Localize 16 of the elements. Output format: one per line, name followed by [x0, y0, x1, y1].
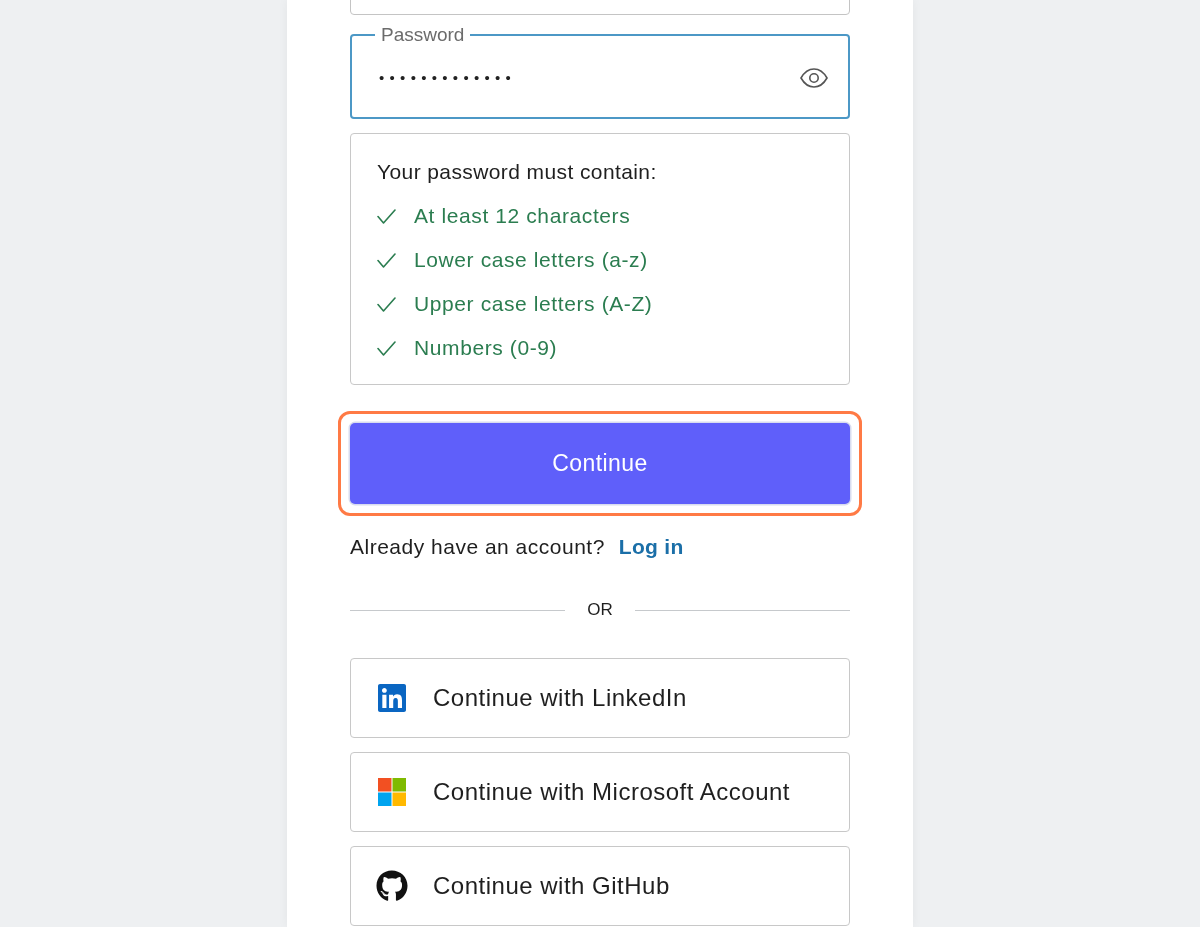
requirement-text: Lower case letters (a-z)	[414, 247, 648, 273]
continue-button[interactable]: Continue	[338, 411, 862, 516]
requirement-text: Upper case letters (A-Z)	[414, 291, 653, 317]
requirement-text: At least 12 characters	[414, 203, 631, 229]
eye-icon[interactable]	[800, 68, 828, 88]
requirements-title: Your password must contain:	[377, 159, 658, 185]
social-login-button[interactable]: Continue with GitHub	[350, 846, 850, 926]
linkedin-logo-icon	[376, 682, 408, 714]
four-squares-logo-icon	[378, 778, 406, 806]
login-link[interactable]: Log in	[618, 531, 684, 563]
social-login-button[interactable]: Continue with LinkedIn	[350, 658, 850, 738]
prompt-text: Already have an account?	[350, 534, 605, 561]
requirement-text: Numbers (0-9)	[414, 335, 558, 361]
social-login-button[interactable]: Continue with Microsoft Account	[350, 752, 850, 832]
divider-label: OR	[586, 599, 614, 622]
octocat-logo-icon	[376, 870, 408, 902]
